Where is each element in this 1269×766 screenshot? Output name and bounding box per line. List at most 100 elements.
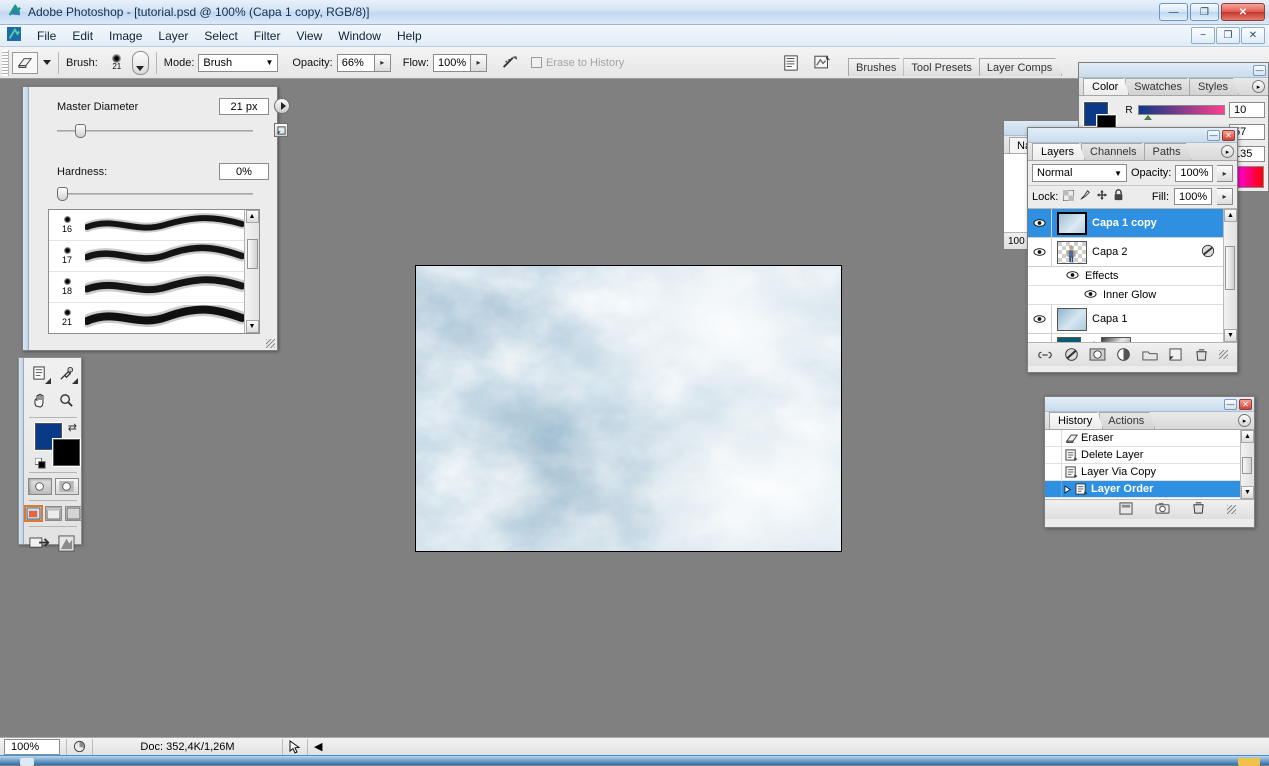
history-list-scrollbar[interactable]: ▲ ▼ [1240,430,1254,499]
layer-effect-item[interactable]: Inner Glow [1028,286,1223,305]
swap-colors-icon[interactable]: ⇄ [68,421,77,434]
blend-mode-select[interactable]: Normal ▼ [1032,164,1127,182]
list-item[interactable]: Layer Order [1045,481,1240,498]
layer-name[interactable]: Capa 1 copy [1092,217,1223,229]
hardness-input[interactable]: 0% [219,163,269,180]
tab-channels[interactable]: Channels [1081,143,1147,160]
panel-menu-icon[interactable]: ▸ [1221,145,1234,158]
brush-list-scrollbar[interactable]: ▲ ▼ [244,210,259,333]
layer-mask-thumbnail[interactable] [1101,337,1131,342]
standard-mask-mode[interactable] [28,478,52,495]
document-restore-button[interactable]: ❐ [1216,27,1240,44]
document-menu-icon[interactable] [7,27,21,44]
layer-visibility-icon[interactable] [1028,209,1052,237]
menu-edit[interactable]: Edit [64,27,101,45]
adjustment-layer-icon[interactable] [1115,347,1132,363]
history-states-list[interactable]: Eraser Delete Layer Layer Via Copy [1045,430,1254,499]
scrollbar-thumb[interactable] [1242,457,1252,474]
panel-menu-icon[interactable] [274,98,290,114]
table-row[interactable]: Capa 2 [1028,238,1223,267]
tool-preset-dropdown-icon[interactable] [43,60,51,65]
scroll-up-icon[interactable]: ▲ [1224,209,1237,222]
red-slider-marker[interactable] [1144,115,1152,120]
mode-select[interactable]: Brush ▼ [198,54,278,72]
brush-preset-dropdown-button[interactable] [132,51,149,75]
fx-icon[interactable] [1201,244,1215,261]
red-value-input[interactable]: 10 [1229,102,1265,118]
scroll-up-icon[interactable]: ▲ [246,210,259,223]
table-row[interactable]: Capa 1 [1028,305,1223,334]
flow-input[interactable]: 100% [433,54,471,72]
scroll-down-icon[interactable]: ▼ [1224,329,1237,342]
scroll-up-icon[interactable]: ▲ [1241,430,1254,443]
menu-image[interactable]: Image [101,27,150,45]
master-diameter-slider[interactable] [57,124,253,138]
flow-stepper-icon[interactable]: ▸ [471,54,487,72]
list-item[interactable]: Delete Layer [1045,447,1240,464]
full-screen-menubar-mode[interactable] [45,506,62,521]
layer-thumbnail[interactable] [1057,212,1087,235]
layer-effects-group[interactable]: Effects [1028,267,1223,286]
preview-icon[interactable] [66,739,93,755]
arrow-cursor-icon[interactable] [283,739,308,755]
layer-thumbnail[interactable] [1057,241,1087,264]
brush-popup-grip[interactable] [23,87,29,350]
snapshot-source-checkbox[interactable] [1045,430,1062,446]
layer-fill-input[interactable]: 100% [1174,188,1212,205]
close-button[interactable]: ✕ [1239,399,1252,410]
layer-name[interactable]: Capa 2 [1092,246,1201,258]
list-item[interactable]: 18 [49,272,244,303]
document-minimize-button[interactable]: − [1191,27,1215,44]
delete-state-icon[interactable] [1192,501,1205,518]
close-button[interactable]: ✕ [1222,130,1235,141]
scroll-down-icon[interactable]: ▼ [1241,486,1254,499]
collapse-button[interactable]: — [1207,130,1220,141]
tab-swatches[interactable]: Swatches [1125,78,1193,95]
zoom-level-input[interactable]: 100% [4,739,60,755]
menu-view[interactable]: View [288,27,330,45]
layer-thumbnail[interactable] [1057,308,1087,331]
master-diameter-input[interactable]: 21 px [219,98,269,115]
opacity-stepper-icon[interactable]: ▸ [375,54,391,72]
document-canvas[interactable] [415,265,842,552]
palette-tab-brushes[interactable]: Brushes [848,58,906,76]
effect-visibility-icon[interactable] [1084,289,1097,302]
link-mask-icon[interactable] [1089,341,1098,343]
toolbox-grip[interactable] [19,358,24,544]
brush-preset-list[interactable]: 16 17 [48,209,260,334]
hardness-slider[interactable] [57,187,253,201]
snapshot-source-checkbox[interactable] [1045,481,1062,497]
lock-image-icon[interactable] [1079,189,1091,204]
full-screen-mode[interactable] [65,506,82,521]
slider-knob-2[interactable] [57,187,68,201]
effects-visibility-icon[interactable] [1066,270,1079,283]
layer-name[interactable]: Capa 1 [1092,313,1223,325]
layer-fill-stepper-icon[interactable]: ▸ [1217,188,1233,205]
opacity-input[interactable]: 66% [337,54,375,72]
color-panel-title-bar[interactable]: — [1079,63,1268,78]
layer-opacity-stepper-icon[interactable]: ▸ [1217,165,1233,182]
hand-tool[interactable] [28,389,52,412]
panel-menu-icon[interactable]: ▸ [1252,80,1265,93]
menu-file[interactable]: File [29,27,64,45]
menu-help[interactable]: Help [389,27,430,45]
layer-opacity-input[interactable]: 100% [1175,165,1213,182]
snapshot-source-checkbox[interactable] [1045,464,1062,480]
lock-transparency-icon[interactable] [1063,190,1074,204]
background-color-swatch[interactable] [53,439,80,466]
airbrush-icon[interactable] [497,52,523,74]
layer-visibility-icon[interactable] [1028,305,1052,333]
resize-handle[interactable] [1219,350,1228,359]
menu-filter[interactable]: Filter [246,27,289,45]
delete-layer-icon[interactable] [1193,347,1210,363]
tab-paths[interactable]: Paths [1144,143,1192,160]
new-layer-icon[interactable] [1167,347,1184,363]
list-item[interactable]: Layer Via Copy [1045,464,1240,481]
new-group-icon[interactable] [1141,347,1158,363]
layer-style-icon[interactable] [1063,347,1080,363]
document-close-button[interactable]: ✕ [1241,27,1265,44]
lock-position-icon[interactable] [1096,189,1108,204]
layer-visibility-icon[interactable] [1028,238,1052,266]
layer-visibility-icon[interactable] [1028,334,1052,342]
table-row[interactable]: Capa 1 copy [1028,209,1223,238]
